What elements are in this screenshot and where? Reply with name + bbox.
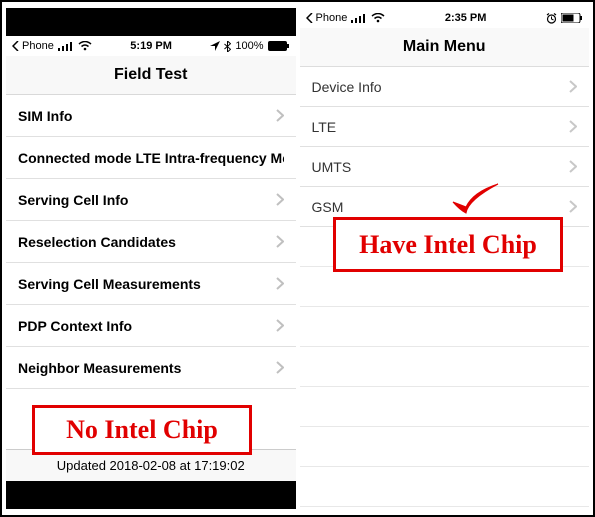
updated-timestamp: Updated 2018-02-08 at 17:19:02 — [6, 449, 296, 481]
list-item-label: Device Info — [312, 79, 382, 95]
list-item[interactable]: Serving Cell Info — [6, 179, 296, 221]
list-item-label: SIM Info — [18, 108, 72, 124]
menu-list: SIM Info Connected mode LTE Intra-freque… — [6, 95, 296, 449]
list-item-empty — [300, 467, 590, 507]
list-item-label: GSM — [312, 199, 344, 215]
page-title: Main Menu — [300, 28, 590, 67]
list-item-label: Connected mode LTE Intra-frequency Meas — [18, 150, 284, 166]
signal-icon — [351, 13, 367, 23]
location-icon — [210, 41, 220, 51]
list-item-empty — [300, 427, 590, 467]
list-item[interactable]: GSM — [300, 187, 590, 227]
letterbox-bottom — [6, 481, 296, 509]
wifi-icon — [371, 13, 385, 23]
chevron-right-icon — [569, 80, 577, 93]
battery-percent: 100% — [235, 40, 263, 52]
chevron-right-icon — [569, 200, 577, 213]
list-item[interactable]: LTE — [300, 107, 590, 147]
alarm-icon — [546, 13, 557, 24]
list-item-label: LTE — [312, 119, 337, 135]
list-item-empty — [300, 307, 590, 347]
back-to-phone[interactable]: Phone — [306, 12, 348, 24]
back-label: Phone — [316, 12, 348, 24]
list-item-label: Serving Cell Measurements — [18, 276, 201, 292]
list-item-empty — [300, 347, 590, 387]
list-item-label: Reselection Candidates — [18, 234, 176, 250]
menu-list: Device Info LTE UMTS GSM — [300, 67, 590, 509]
battery-icon — [561, 13, 583, 23]
list-item-label: PDP Context Info — [18, 318, 132, 334]
back-to-phone[interactable]: Phone — [12, 40, 54, 52]
chevron-right-icon — [276, 361, 284, 374]
page-title: Field Test — [6, 56, 296, 95]
status-time: 5:19 PM — [130, 40, 172, 52]
list-item[interactable]: Serving Cell Measurements — [6, 263, 296, 305]
list-item[interactable]: Neighbor Measurements — [6, 347, 296, 389]
list-item[interactable]: Device Info — [300, 67, 590, 107]
list-item-label: Neighbor Measurements — [18, 360, 181, 376]
phone-right: Phone 2:35 PM Main Menu — [300, 8, 590, 509]
list-item[interactable]: PDP Context Info — [6, 305, 296, 347]
battery-icon — [268, 41, 290, 51]
phone-left: Phone 5:19 PM 100% — [6, 8, 296, 509]
chevron-right-icon — [276, 319, 284, 332]
status-bar: Phone 5:19 PM 100% — [6, 36, 296, 56]
signal-icon — [58, 41, 74, 51]
status-time: 2:35 PM — [445, 12, 487, 24]
list-item-label: UMTS — [312, 159, 352, 175]
back-label: Phone — [22, 40, 54, 52]
list-item[interactable]: UMTS — [300, 147, 590, 187]
chevron-right-icon — [276, 235, 284, 248]
chevron-right-icon — [569, 120, 577, 133]
list-item-empty — [300, 267, 590, 307]
list-item-label: Serving Cell Info — [18, 192, 128, 208]
wifi-icon — [78, 41, 92, 51]
chevron-right-icon — [276, 109, 284, 122]
chevron-right-icon — [569, 160, 577, 173]
list-item-empty — [300, 227, 590, 267]
status-bar: Phone 2:35 PM — [300, 8, 590, 28]
list-item[interactable]: Connected mode LTE Intra-frequency Meas — [6, 137, 296, 179]
chevron-right-icon — [276, 193, 284, 206]
letterbox-top — [6, 8, 296, 36]
list-item[interactable]: SIM Info — [6, 95, 296, 137]
chevron-right-icon — [276, 277, 284, 290]
list-item[interactable]: Reselection Candidates — [6, 221, 296, 263]
bluetooth-icon — [224, 41, 231, 52]
list-item-empty — [300, 387, 590, 427]
